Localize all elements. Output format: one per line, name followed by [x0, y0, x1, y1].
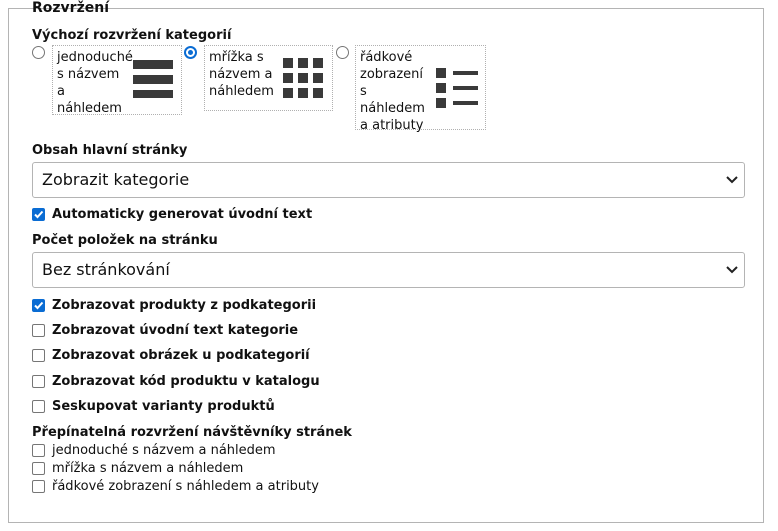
switchable-list-label: jednoduché s názvem a náhledem: [52, 443, 276, 458]
switchable-rows-label: řádkové zobrazení s náhledem a atributy: [52, 479, 319, 494]
per-page-select-value: Bez stránkování: [42, 260, 170, 279]
switchable-list-checkbox[interactable]: [32, 444, 45, 457]
show-subcategory-image-label: Zobrazovat obrázek u podkategorií: [52, 348, 310, 363]
layout-label: Výchozí rozvržení kategorií: [32, 28, 232, 43]
show-subcategory-products-label: Zobrazovat produkty z podkategorii: [52, 298, 317, 313]
layout-radio-list[interactable]: [32, 46, 45, 59]
switchable-layouts-label: Přepínatelná rozvržení návštěvníky strán…: [32, 425, 352, 440]
group-variants-label: Seskupovat varianty produktů: [52, 399, 275, 414]
fieldset-legend: Rozvržení: [32, 0, 109, 16]
show-product-code-label: Zobrazovat kód produktu v katalogu: [52, 374, 320, 389]
per-page-select[interactable]: Bez stránkování: [32, 252, 745, 288]
switchable-grid-label: mřížka s názvem a náhledem: [52, 461, 244, 476]
grid-layout-icon: [283, 58, 323, 98]
layout-option-label: řádkové zobrazení s náhledem a atributy: [360, 50, 425, 133]
layout-option-list[interactable]: jednoduché s názvem a náhledem: [52, 45, 182, 116]
layout-option-grid[interactable]: mřížka s názvem a náhledem: [204, 45, 333, 111]
homepage-select[interactable]: Zobrazit kategorie: [32, 162, 745, 198]
auto-text-checkbox[interactable]: [32, 208, 45, 221]
switchable-rows-checkbox[interactable]: [32, 480, 45, 493]
show-subcategory-image-checkbox[interactable]: [32, 349, 45, 362]
layout-radio-grid[interactable]: [184, 46, 197, 59]
rows-layout-icon: [436, 68, 478, 108]
check-icon: [34, 210, 44, 219]
show-product-code-checkbox[interactable]: [32, 375, 45, 388]
homepage-select-value: Zobrazit kategorie: [42, 170, 190, 189]
auto-text-label: Automaticky generovat úvodní text: [52, 207, 313, 222]
chevron-down-icon: [726, 266, 738, 274]
show-subcategory-products-checkbox[interactable]: [32, 299, 45, 312]
show-category-intro-label: Zobrazovat úvodní text kategorie: [52, 323, 299, 338]
homepage-label: Obsah hlavní stránky: [32, 143, 188, 158]
layout-radio-rows[interactable]: [336, 46, 349, 59]
layout-option-label: jednoduché s názvem a náhledem: [57, 50, 133, 116]
per-page-label: Počet položek na stránku: [32, 233, 218, 248]
switchable-grid-checkbox[interactable]: [32, 462, 45, 475]
show-category-intro-checkbox[interactable]: [32, 324, 45, 337]
group-variants-checkbox[interactable]: [32, 400, 45, 413]
layout-option-label: mřížka s názvem a náhledem: [209, 50, 274, 99]
list-layout-icon: [133, 60, 173, 98]
check-icon: [34, 301, 44, 310]
chevron-down-icon: [726, 176, 738, 184]
layout-option-rows[interactable]: řádkové zobrazení s náhledem a atributy: [355, 45, 486, 133]
